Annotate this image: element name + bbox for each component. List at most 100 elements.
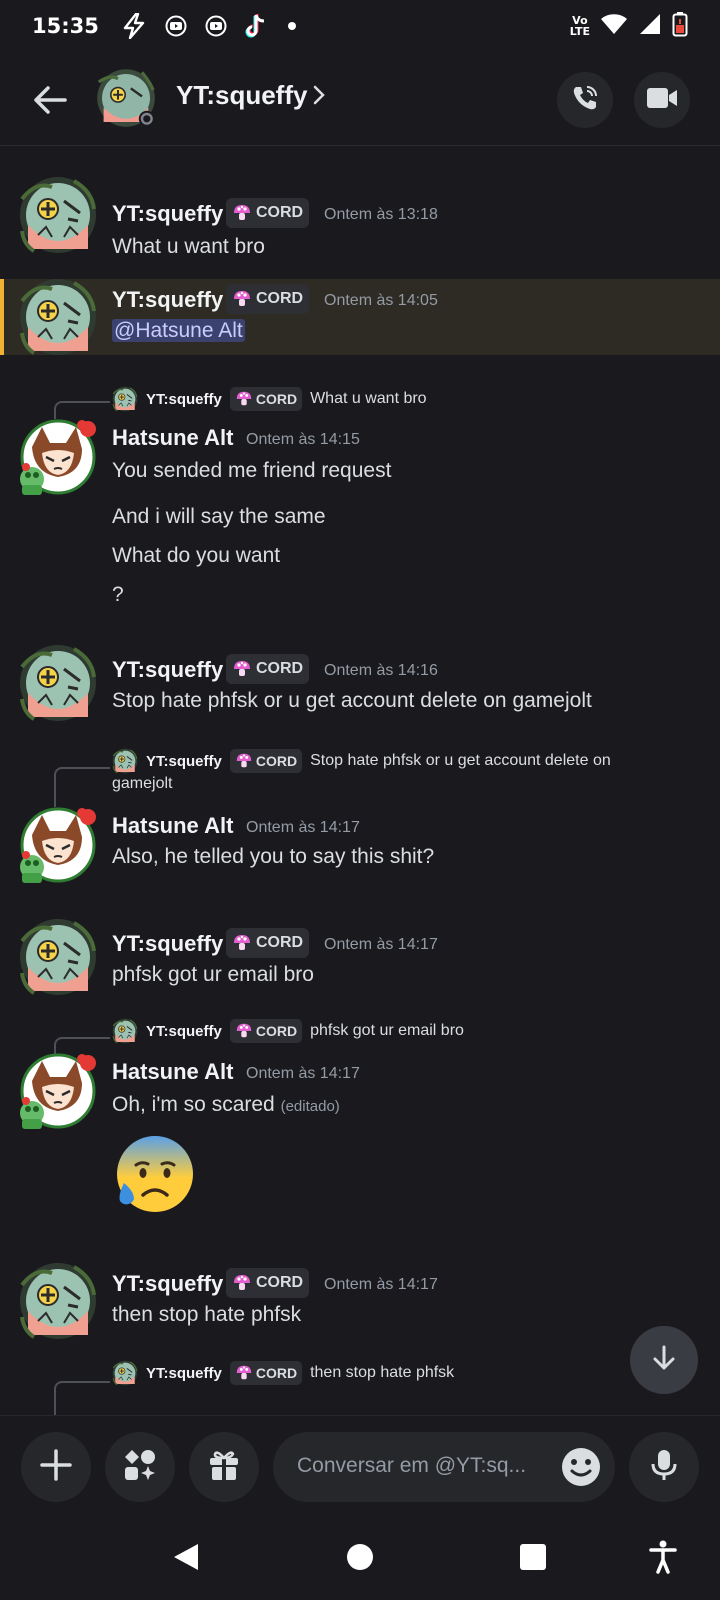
avatar <box>112 1018 138 1044</box>
lte-label: LTE <box>569 25 590 38</box>
message-input-placeholder: Conversar em @YT:sq... <box>297 1454 527 1477</box>
reply-spine <box>54 767 110 807</box>
message-item[interactable]: YT:squeffy CORD Ontem às 13:18 What u wa… <box>0 167 720 267</box>
avatar[interactable] <box>18 277 98 357</box>
message-text: then stop hate phfsk <box>112 1303 302 1326</box>
apps-icon <box>122 1447 158 1487</box>
message-item[interactable]: YT:squeffy CORD Ontem às 14:17 phfsk got… <box>0 909 720 1005</box>
avatar <box>112 386 138 412</box>
clan-tag-badge[interactable]: CORD <box>226 654 310 684</box>
clan-tag-label: CORD <box>255 391 298 407</box>
back-arrow-icon[interactable] <box>30 80 70 120</box>
timestamp: Ontem às 14:16 <box>324 662 438 679</box>
avatar[interactable] <box>18 643 98 723</box>
timestamp: Ontem às 14:17 <box>324 1276 438 1293</box>
voice-call-button[interactable] <box>557 72 613 128</box>
clan-tag-badge: CORD <box>229 749 303 773</box>
page-title[interactable]: YT:squeffy <box>176 80 307 111</box>
author-name[interactable]: YT:squeffy <box>112 931 223 957</box>
emoji-picker-icon[interactable] <box>561 1447 601 1487</box>
nav-recents-icon[interactable] <box>513 1537 553 1577</box>
clan-tag-label: CORD <box>255 1023 298 1039</box>
clan-tag-badge: CORD <box>229 387 303 411</box>
message-item-mention[interactable]: YT:squeffy CORD Ontem às 14:05 @Hatsune … <box>0 279 720 355</box>
avatar[interactable] <box>18 417 98 497</box>
nav-home-icon[interactable] <box>340 1537 380 1577</box>
author-name[interactable]: YT:squeffy <box>112 1271 223 1297</box>
bolt-icon <box>121 13 147 39</box>
clan-tag-label: CORD <box>255 753 298 769</box>
tiktok-icon <box>245 13 269 39</box>
clan-tag-label: CORD <box>256 1274 304 1291</box>
reply-preview[interactable]: YT:squeffy CORD What u want bro <box>112 385 427 413</box>
timestamp: Ontem às 13:18 <box>324 206 438 223</box>
add-attachment-button[interactable] <box>21 1432 91 1502</box>
status-time: 15:35 <box>32 14 99 38</box>
avatar[interactable] <box>94 66 158 130</box>
message-item[interactable]: YT:squeffy CORD Ontem às 14:16 Stop hate… <box>0 641 720 737</box>
edited-label: (editado) <box>280 1098 340 1115</box>
avatar[interactable] <box>18 805 98 885</box>
gift-icon <box>207 1448 241 1486</box>
author-name[interactable]: Hatsune Alt <box>112 425 233 451</box>
user-mention[interactable]: @Hatsune Alt <box>112 319 245 342</box>
message-item-reply[interactable]: YT:squeffy CORD then stop hate phfsk <box>0 1357 720 1415</box>
clan-tag-badge[interactable]: CORD <box>226 198 310 228</box>
reply-author: YT:squeffy <box>146 752 222 770</box>
message-item-reply[interactable]: YT:squeffy CORD What u want bro Hatsune … <box>0 373 720 623</box>
mushroom-icon <box>235 1364 253 1382</box>
reply-author: YT:squeffy <box>146 390 222 408</box>
volte-icon: Vo LTE <box>570 15 590 37</box>
mushroom-icon <box>232 1273 252 1293</box>
clan-tag-badge: CORD <box>229 1361 303 1385</box>
clan-tag-badge[interactable]: CORD <box>226 1268 310 1298</box>
system-nav-bar <box>0 1515 720 1600</box>
voice-message-button[interactable] <box>629 1432 699 1502</box>
message-item-reply[interactable]: YT:squeffy CORD Stop hate phfsk or u get… <box>0 743 720 903</box>
clan-tag-label: CORD <box>256 934 304 951</box>
message-text: @Hatsune Alt <box>112 319 245 343</box>
reply-preview[interactable]: YT:squeffy CORD then stop hate phfsk <box>112 1359 454 1387</box>
reply-text: What u want bro <box>310 390 427 407</box>
reply-preview[interactable]: YT:squeffy CORD phfsk got ur email bro <box>112 1017 464 1045</box>
youtube-icon <box>165 15 187 37</box>
reply-author: YT:squeffy <box>146 1022 222 1040</box>
avatar[interactable] <box>18 1261 98 1341</box>
arrow-down-icon <box>649 1343 679 1377</box>
avatar[interactable] <box>18 1051 98 1131</box>
message-text: Oh, i'm so scared (editado) <box>112 1093 340 1117</box>
message-input[interactable]: Conversar em @YT:sq... <box>273 1432 615 1502</box>
message-list[interactable]: YT:squeffy CORD Ontem às 13:18 What u wa… <box>0 147 720 1415</box>
wifi-icon <box>600 12 628 40</box>
mushroom-icon <box>232 203 252 223</box>
avatar[interactable] <box>18 917 98 997</box>
author-name[interactable]: Hatsune Alt <box>112 1059 233 1085</box>
author-name[interactable]: Hatsune Alt <box>112 813 233 839</box>
message-item-reply[interactable]: YT:squeffy CORD phfsk got ur email bro H… <box>0 1013 720 1233</box>
message-text: ? <box>112 583 124 606</box>
notification-dot-icon <box>287 21 297 31</box>
reply-spine <box>54 1381 110 1415</box>
avatar[interactable] <box>18 175 98 255</box>
video-call-button[interactable] <box>634 72 690 128</box>
anxious-face-with-sweat-icon[interactable] <box>110 1131 196 1217</box>
clan-tag-badge[interactable]: CORD <box>226 928 310 958</box>
microphone-icon <box>649 1448 679 1486</box>
message-text: What u want bro <box>112 235 265 258</box>
mushroom-icon <box>235 1022 253 1040</box>
message-text: What do you want <box>112 544 281 567</box>
clan-tag-badge[interactable]: CORD <box>226 284 310 314</box>
avatar <box>112 1360 138 1386</box>
accessibility-icon[interactable] <box>643 1537 683 1577</box>
author-name[interactable]: YT:squeffy <box>112 287 223 313</box>
message-item[interactable]: YT:squeffy CORD Ontem às 14:17 then stop… <box>0 1253 720 1353</box>
jump-to-bottom-button[interactable] <box>630 1326 698 1394</box>
gift-button[interactable] <box>189 1432 259 1502</box>
chevron-right-icon[interactable] <box>312 84 326 110</box>
author-name[interactable]: YT:squeffy <box>112 201 223 227</box>
clan-tag-label: CORD <box>255 1365 298 1381</box>
apps-button[interactable] <box>105 1432 175 1502</box>
nav-back-icon[interactable] <box>166 1537 206 1577</box>
reply-preview[interactable]: YT:squeffy CORD Stop hate phfsk or u get… <box>112 747 611 775</box>
author-name[interactable]: YT:squeffy <box>112 657 223 683</box>
